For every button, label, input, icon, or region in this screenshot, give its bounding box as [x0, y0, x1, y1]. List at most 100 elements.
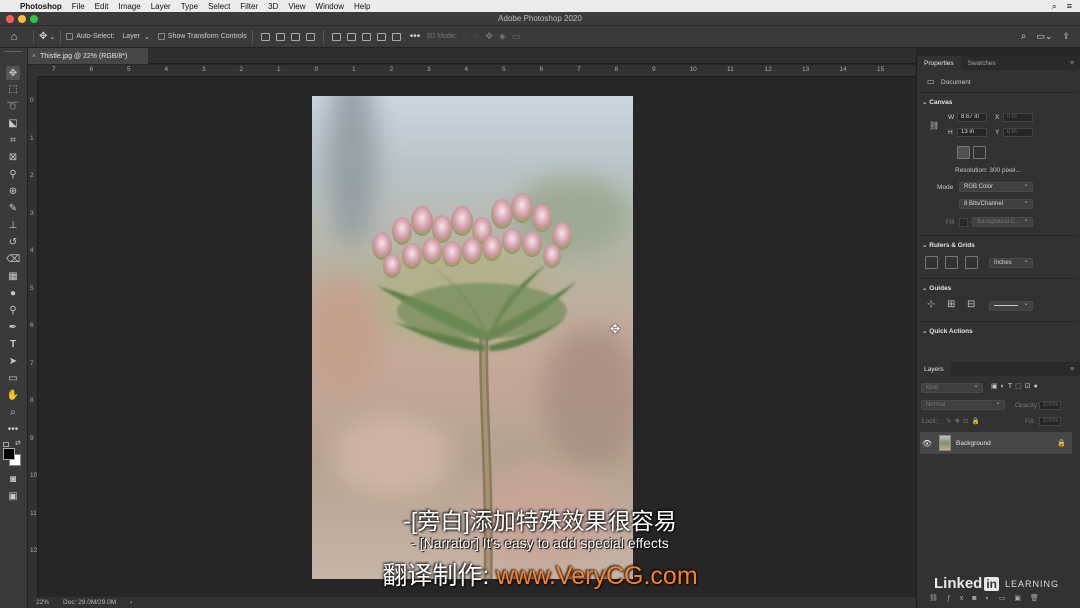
- ruler-units-select[interactable]: Inches: [989, 257, 1033, 268]
- path-select-icon[interactable]: ➤: [6, 354, 20, 368]
- color-mode-select[interactable]: RGB Color: [959, 181, 1033, 192]
- portrait-orientation-button[interactable]: [957, 146, 970, 159]
- distribute-top-icon[interactable]: [331, 32, 341, 41]
- system-search-icon[interactable]: ⌕: [1052, 1, 1057, 12]
- swap-colors-icon[interactable]: ⇄: [15, 439, 21, 447]
- menu-3d[interactable]: 3D: [263, 2, 283, 11]
- screen-mode-icon[interactable]: ▣: [6, 489, 20, 503]
- pixel-grid-icon[interactable]: [965, 256, 978, 269]
- document-tab[interactable]: × Thistle.jpg @ 22% (RGB/8*): [28, 48, 148, 64]
- tools-grip[interactable]: [4, 51, 22, 54]
- dodge-tool-icon[interactable]: ⚲: [6, 303, 20, 317]
- align-left-icon[interactable]: [260, 32, 270, 41]
- eraser-tool-icon[interactable]: ⌫: [6, 252, 20, 266]
- layer-row[interactable]: 👁 Background 🔒: [920, 432, 1072, 454]
- distribute-left-icon[interactable]: [376, 32, 386, 41]
- more-options-icon[interactable]: •••: [410, 31, 421, 42]
- menu-help[interactable]: Help: [349, 2, 375, 11]
- clone-stamp-icon[interactable]: ⊥: [6, 218, 20, 232]
- brush-tool-icon[interactable]: ✎: [6, 201, 20, 215]
- layer-actions-bar[interactable]: ⛓ƒx◙◐▭▣🗑: [929, 594, 1048, 602]
- bit-depth-select[interactable]: 8 Bits/Channel: [959, 198, 1033, 209]
- menu-view[interactable]: View: [283, 2, 310, 11]
- lock-icon[interactable]: 🔒: [1057, 439, 1066, 447]
- search-icon[interactable]: ⌕: [1021, 31, 1027, 42]
- pen-tool-icon[interactable]: ✒: [6, 320, 20, 334]
- tab-swatches[interactable]: Swatches: [961, 60, 1003, 67]
- ruler-top[interactable]: 7 6 5 4 3 2 1 0 1 2 3 4 5 6 7 8 9 10 11 12 13 14 15: [38, 65, 916, 77]
- eye-icon[interactable]: 👁: [920, 439, 934, 448]
- eyedropper-tool-icon[interactable]: ⚲: [6, 167, 20, 181]
- marquee-tool-icon[interactable]: ⬚: [6, 82, 20, 96]
- notification-center-icon[interactable]: ≡: [1067, 1, 1072, 12]
- doc-size[interactable]: Doc: 29.0M/29.0M: [63, 599, 116, 606]
- move-tool-icon[interactable]: ✥: [6, 66, 20, 80]
- blur-tool-icon[interactable]: ●: [6, 286, 20, 300]
- lock-icons[interactable]: ⬚✎✥⊡🔒: [937, 417, 983, 425]
- layer-name[interactable]: Background: [956, 440, 991, 447]
- menu-file[interactable]: File: [67, 2, 90, 11]
- tab-layers[interactable]: Layers: [917, 362, 951, 376]
- shape-tool-icon[interactable]: ▭: [6, 371, 20, 385]
- guides-icon[interactable]: ⊹: [927, 299, 935, 310]
- rulers-grids-header[interactable]: ⌄ Rulers & Grids: [922, 241, 975, 249]
- lasso-tool-icon[interactable]: ➰: [6, 99, 20, 113]
- frame-tool-icon[interactable]: ⊠: [6, 150, 20, 164]
- tab-properties[interactable]: Properties: [917, 56, 961, 70]
- foreground-color-swatch[interactable]: [3, 448, 15, 460]
- zoom-level[interactable]: 22%: [36, 599, 49, 606]
- fill-swatch[interactable]: [959, 218, 968, 227]
- type-tool-icon[interactable]: T: [6, 337, 20, 351]
- ruler-toggle-icon[interactable]: [925, 256, 938, 269]
- landscape-orientation-button[interactable]: [973, 146, 986, 159]
- canvas-section-header[interactable]: ⌄ Canvas: [922, 98, 952, 106]
- auto-select-checkbox[interactable]: [66, 33, 74, 40]
- height-field[interactable]: 13 in: [957, 128, 987, 137]
- x-field[interactable]: 0 in: [1003, 113, 1033, 122]
- layer-filter-icons[interactable]: ▣◐T⬚⊡●: [991, 382, 1041, 390]
- gradient-tool-icon[interactable]: ▦: [6, 269, 20, 283]
- close-tab-icon[interactable]: ×: [32, 53, 36, 60]
- auto-select-target-dropdown[interactable]: Layer: [122, 33, 140, 40]
- smart-guides-icon[interactable]: ⊟: [967, 299, 975, 310]
- default-colors-icon[interactable]: [3, 442, 9, 447]
- layer-fill-field[interactable]: 100%: [1039, 417, 1061, 426]
- move-tool-preset-icon[interactable]: ✥: [39, 31, 47, 42]
- y-field[interactable]: 0 in: [1003, 128, 1033, 137]
- chevron-down-icon[interactable]: ⌄: [49, 33, 55, 41]
- chevron-right-icon[interactable]: ›: [130, 599, 132, 606]
- layer-kind-filter[interactable]: Kind: [921, 382, 983, 393]
- share-icon[interactable]: ⇪: [1062, 31, 1070, 42]
- fill-select[interactable]: Background C...: [972, 216, 1033, 227]
- workspace-icon[interactable]: ▭⌄: [1036, 31, 1052, 42]
- align-center-h-icon[interactable]: [275, 32, 285, 41]
- blend-mode-select[interactable]: Normal: [921, 399, 1005, 410]
- menu-image[interactable]: Image: [113, 2, 145, 11]
- opacity-field[interactable]: 100%: [1039, 401, 1061, 410]
- guide-layout-icon[interactable]: ⊞: [947, 299, 955, 310]
- grid-toggle-icon[interactable]: [945, 256, 958, 269]
- object-select-tool-icon[interactable]: ⬕: [6, 116, 20, 130]
- healing-brush-icon[interactable]: ⊕: [6, 184, 20, 198]
- distribute-right-icon[interactable]: [391, 32, 401, 41]
- quick-mask-icon[interactable]: ◙: [6, 472, 20, 486]
- menu-filter[interactable]: Filter: [235, 2, 263, 11]
- align-top-icon[interactable]: [305, 32, 315, 41]
- menu-select[interactable]: Select: [203, 2, 235, 11]
- history-brush-icon[interactable]: ↺: [6, 235, 20, 249]
- quick-actions-header[interactable]: ⌄ Quick Actions: [922, 327, 973, 335]
- distribute-center-icon[interactable]: [346, 32, 356, 41]
- hand-tool-icon[interactable]: ✋: [6, 388, 20, 402]
- guides-header[interactable]: ⌄ Guides: [922, 284, 951, 292]
- edit-toolbar-icon[interactable]: •••: [6, 422, 20, 436]
- panel-menu-icon[interactable]: ≡: [1063, 60, 1080, 67]
- ruler-left[interactable]: 0 1 2 3 4 5 6 7 8 9 10 11 12: [28, 77, 38, 597]
- show-transform-checkbox[interactable]: [157, 33, 165, 40]
- menu-type[interactable]: Type: [176, 2, 203, 11]
- distribute-bottom-icon[interactable]: [361, 32, 371, 41]
- home-icon[interactable]: ⌂: [0, 31, 28, 43]
- link-icon[interactable]: ⛓: [929, 121, 939, 130]
- ruler-origin[interactable]: [28, 65, 38, 77]
- document-image[interactable]: [312, 96, 633, 579]
- guide-style-select[interactable]: [989, 300, 1033, 311]
